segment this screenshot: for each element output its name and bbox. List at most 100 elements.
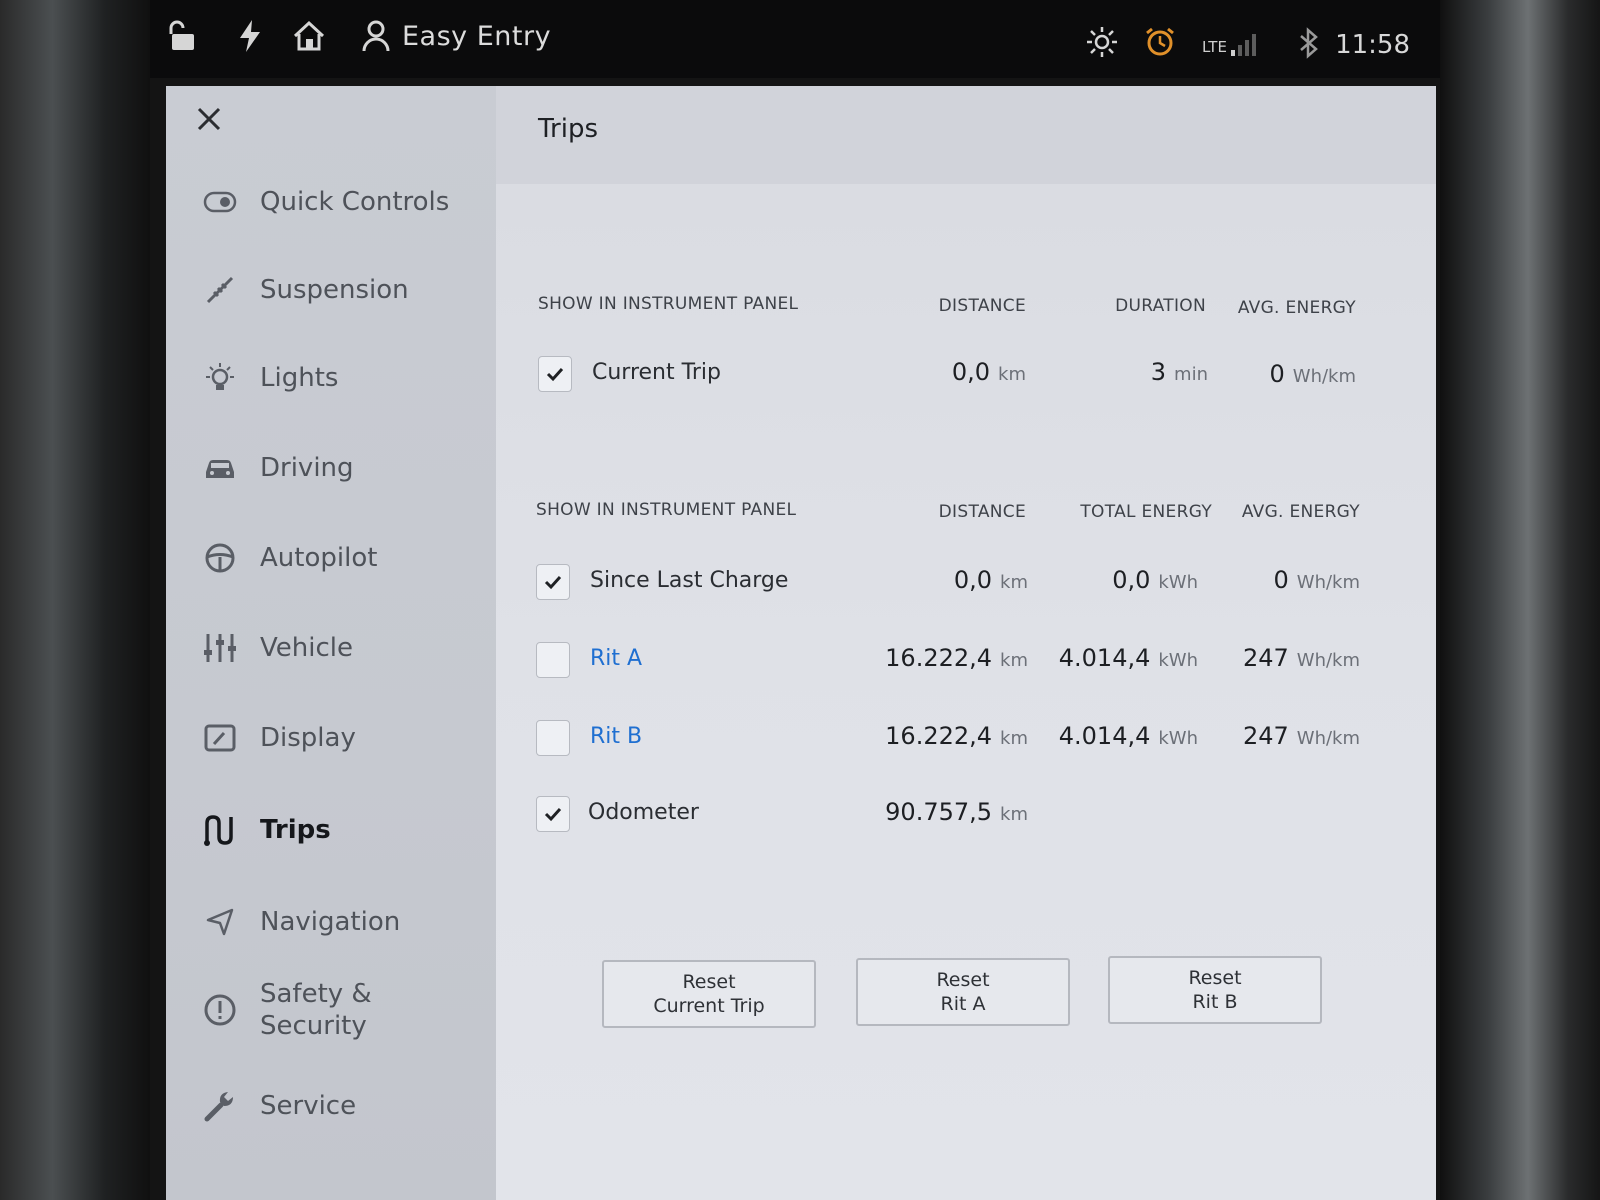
- odometer-distance: 90.757,5 km: [836, 798, 1028, 826]
- reset-current-trip-button[interactable]: Reset Current Trip: [602, 960, 816, 1028]
- reset-rit-a-button[interactable]: Reset Rit A: [856, 958, 1070, 1026]
- title-bar: Trips: [496, 86, 1436, 184]
- page-title: Trips: [538, 114, 599, 144]
- home-icon[interactable]: [292, 20, 326, 52]
- close-icon[interactable]: [194, 104, 224, 134]
- bluetooth-icon[interactable]: [1298, 26, 1320, 60]
- checkmark-icon: [544, 807, 562, 822]
- rit-a-distance: 16.222,4 km: [836, 644, 1028, 672]
- value: 3: [1150, 358, 1167, 386]
- screen-bezel-right: [1440, 0, 1600, 1200]
- sun-brightness-icon[interactable]: [1086, 26, 1118, 58]
- rit-a-checkbox[interactable]: [536, 642, 570, 678]
- rit-b-total-energy: 4.014,4 kWh: [1016, 722, 1198, 750]
- status-bar: Easy Entry LTE 11:58: [150, 0, 1440, 78]
- current-trip-checkbox[interactable]: [538, 356, 572, 392]
- since-last-charge-checkbox[interactable]: [536, 564, 570, 600]
- column-header-total-energy: TOTAL ENERGY: [1080, 502, 1212, 522]
- rit-b-checkbox[interactable]: [536, 720, 570, 756]
- sidebar-item-label: Vehicle: [260, 633, 353, 663]
- value: 16.222,4: [885, 722, 993, 750]
- sidebar-item-vehicle[interactable]: Vehicle: [166, 618, 496, 678]
- column-header-distance: DISTANCE: [938, 296, 1026, 316]
- sliders-icon: [202, 630, 238, 666]
- row-label-rit-b[interactable]: Rit B: [590, 724, 642, 749]
- row-label-rit-a[interactable]: Rit A: [590, 646, 642, 671]
- driver-profile[interactable]: Easy Entry: [362, 20, 551, 52]
- clock: 11:58: [1335, 30, 1410, 60]
- sidebar-item-trips[interactable]: Trips: [166, 800, 496, 860]
- unit: kWh: [1158, 728, 1198, 749]
- value: 247: [1242, 722, 1289, 750]
- reset-rit-b-button[interactable]: Reset Rit B: [1108, 956, 1322, 1024]
- sidebar-item-label: Autopilot: [260, 543, 378, 573]
- sidebar-item-label: Service: [260, 1091, 357, 1121]
- settings-screen: Quick Controls Suspension Lights Driving: [166, 86, 1436, 1200]
- sidebar-item-autopilot[interactable]: Autopilot: [166, 528, 496, 588]
- wrench-icon: [202, 1088, 238, 1124]
- sidebar-item-label: Lights: [260, 363, 339, 393]
- value: 4.014,4: [1058, 644, 1151, 672]
- sidebar-item-service[interactable]: Service: [166, 1076, 496, 1136]
- sidebar-item-quick-controls[interactable]: Quick Controls: [166, 172, 496, 232]
- column-header-avg-energy: AVG. ENERGY: [1237, 298, 1356, 318]
- column-header-distance: DISTANCE: [938, 502, 1026, 522]
- column-header-show: SHOW IN INSTRUMENT PANEL: [536, 500, 797, 520]
- sidebar-item-label: Display: [260, 723, 356, 753]
- rit-b-distance: 16.222,4 km: [836, 722, 1028, 750]
- row-label-since-last-charge: Since Last Charge: [590, 568, 789, 593]
- button-label-line: Reset: [682, 971, 736, 993]
- suspension-icon: [202, 272, 238, 308]
- sidebar-item-safety-security[interactable]: Safety & Security: [166, 970, 496, 1050]
- navigation-arrow-icon: [202, 904, 238, 940]
- button-label-line: Current Trip: [653, 995, 765, 1017]
- sidebar-item-label: Quick Controls: [260, 187, 450, 217]
- column-header-avg-energy: AVG. ENERGY: [1241, 502, 1360, 522]
- button-label-line: Rit B: [1192, 991, 1238, 1013]
- sidebar-item-driving[interactable]: Driving: [166, 438, 496, 498]
- sidebar-item-suspension[interactable]: Suspension: [166, 260, 496, 320]
- unit: km: [998, 364, 1026, 385]
- odometer-checkbox[interactable]: [536, 796, 570, 832]
- charge-bolt-icon[interactable]: [238, 20, 262, 52]
- current-trip-distance: 0,0 km: [866, 358, 1026, 386]
- unit: Wh/km: [1296, 572, 1360, 593]
- alarm-clock-icon[interactable]: [1144, 26, 1176, 58]
- settings-sidebar: Quick Controls Suspension Lights Driving: [166, 86, 496, 1200]
- sidebar-item-label: Driving: [260, 453, 354, 483]
- unit: km: [1000, 572, 1028, 593]
- profile-name: Easy Entry: [402, 20, 552, 52]
- sidebar-item-label: Trips: [260, 815, 331, 845]
- unit: km: [1000, 804, 1028, 825]
- value: 90.757,5: [885, 798, 993, 826]
- person-icon: [362, 20, 390, 52]
- sidebar-item-display[interactable]: Display: [166, 708, 496, 768]
- trips-panel: Trips SHOW IN INSTRUMENT PANEL DISTANCE …: [496, 86, 1436, 1200]
- sidebar-item-navigation[interactable]: Navigation: [166, 892, 496, 952]
- current-trip-duration: 3 min: [1056, 358, 1208, 386]
- value: 0: [1269, 360, 1285, 388]
- sidebar-item-lights[interactable]: Lights: [166, 348, 496, 408]
- light-bulb-icon: [202, 360, 238, 396]
- column-header-duration: DURATION: [1115, 296, 1206, 316]
- value: 247: [1242, 644, 1289, 672]
- car-icon: [202, 450, 238, 486]
- lock-icon[interactable]: [168, 20, 198, 52]
- since-last-charge-avg-energy: 0 Wh/km: [1200, 566, 1360, 594]
- row-label-odometer: Odometer: [588, 800, 699, 825]
- value: 0,0: [951, 358, 991, 386]
- unit: kWh: [1158, 572, 1198, 593]
- signal-bars-icon: [1229, 32, 1259, 62]
- toggle-icon: [202, 184, 238, 220]
- unit: Wh/km: [1296, 728, 1360, 749]
- display-icon: [202, 720, 238, 756]
- network-type: LTE: [1202, 38, 1227, 56]
- column-header-show: SHOW IN INSTRUMENT PANEL: [538, 294, 799, 314]
- current-trip-avg-energy: 0 Wh/km: [1196, 360, 1356, 388]
- value: 0,0: [953, 566, 993, 594]
- sidebar-item-label: Safety & Security: [260, 979, 372, 1041]
- value: 0,0: [1112, 566, 1151, 594]
- since-last-charge-distance: 0,0 km: [866, 566, 1028, 594]
- value: 0: [1273, 566, 1289, 594]
- unit: Wh/km: [1292, 366, 1356, 387]
